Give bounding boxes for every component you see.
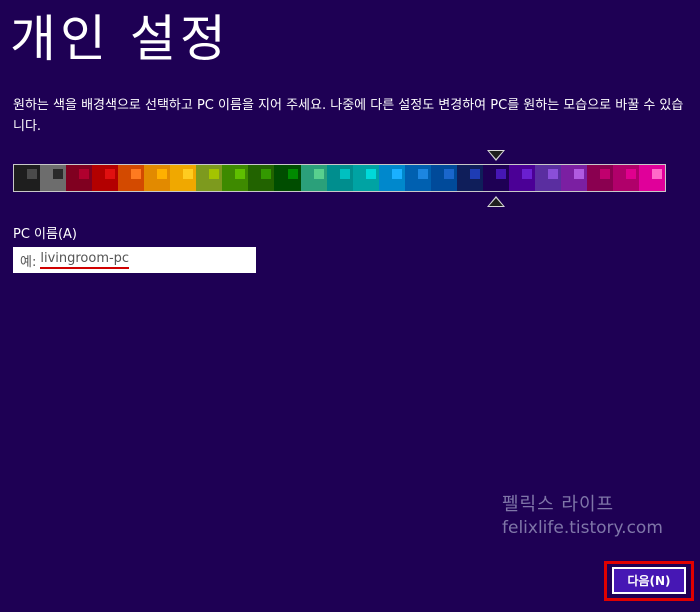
color-swatch[interactable] (378, 165, 405, 191)
next-button[interactable]: 다음(N) (612, 567, 686, 594)
color-swatch[interactable] (66, 165, 93, 191)
watermark-korean: 펠릭스 라이프 (502, 494, 615, 515)
swatch-accent (235, 169, 246, 179)
swatch-accent (313, 169, 324, 179)
swatch-accent (105, 169, 116, 179)
color-swatch[interactable] (482, 165, 509, 191)
swatch-accent (287, 169, 298, 179)
color-swatch[interactable] (274, 165, 301, 191)
pc-name-example-prefix: 예: (20, 254, 37, 270)
swatch-accent (600, 169, 611, 179)
color-swatch[interactable] (196, 165, 223, 191)
swatch-accent (547, 169, 558, 179)
swatch-accent (183, 169, 194, 179)
swatch-accent (53, 169, 64, 179)
color-swatch[interactable] (118, 165, 145, 191)
swatch-accent (417, 169, 428, 179)
color-swatch[interactable] (170, 165, 197, 191)
color-swatch[interactable] (404, 165, 431, 191)
color-swatch[interactable] (40, 165, 67, 191)
color-swatch-selected[interactable] (508, 165, 535, 191)
swatch-accent (261, 169, 272, 179)
swatch-accent (626, 169, 637, 179)
color-swatch[interactable] (456, 165, 483, 191)
selected-color-marker-bottom[interactable] (487, 196, 505, 207)
page-title: 개인 설정 (10, 10, 230, 68)
color-swatch[interactable] (144, 165, 171, 191)
color-swatch[interactable] (352, 165, 379, 191)
swatch-accent (469, 169, 480, 179)
color-swatch[interactable] (613, 165, 640, 191)
color-palette[interactable] (13, 164, 666, 192)
swatch-accent (131, 169, 142, 179)
color-swatch[interactable] (534, 165, 561, 191)
swatch-accent (443, 169, 454, 179)
swatch-accent (79, 169, 90, 179)
swatch-accent (521, 169, 532, 179)
color-swatch[interactable] (430, 165, 457, 191)
swatch-accent (209, 169, 220, 179)
swatch-accent (574, 169, 585, 179)
color-swatch[interactable] (326, 165, 353, 191)
color-swatch[interactable] (14, 165, 41, 191)
swatch-accent (652, 169, 663, 179)
color-swatch[interactable] (639, 165, 666, 191)
swatch-accent (339, 169, 350, 179)
color-swatch[interactable] (587, 165, 614, 191)
color-swatch[interactable] (222, 165, 249, 191)
selected-color-marker-top (487, 150, 505, 161)
swatch-accent (365, 169, 376, 179)
swatch-accent (495, 169, 506, 179)
pc-name-value[interactable]: livingroom-pc (40, 251, 130, 269)
color-swatch[interactable] (300, 165, 327, 191)
color-swatch[interactable] (92, 165, 119, 191)
pc-name-label: PC 이름(A) (13, 227, 78, 242)
swatch-accent (391, 169, 402, 179)
color-swatch[interactable] (560, 165, 588, 191)
pc-name-field[interactable]: 예: livingroom-pc (13, 247, 256, 273)
watermark-url: felixlife.tistory.com (502, 518, 663, 538)
page-description: 원하는 색을 배경색으로 선택하고 PC 이름을 지어 주세요. 나중에 다른 … (13, 98, 684, 134)
swatch-accent (157, 169, 168, 179)
color-swatch[interactable] (248, 165, 275, 191)
swatch-accent (27, 169, 38, 179)
